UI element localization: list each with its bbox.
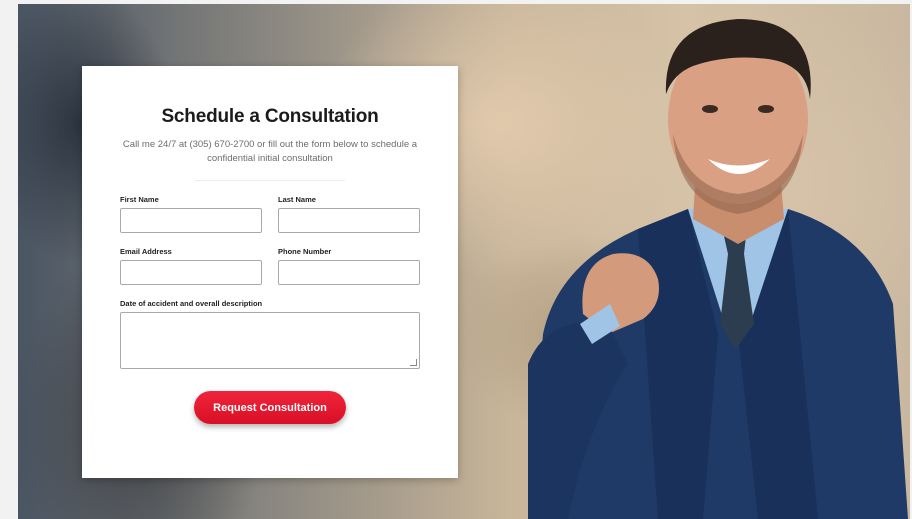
email-group: Email Address: [120, 247, 262, 285]
first-name-group: First Name: [120, 195, 262, 233]
email-label: Email Address: [120, 247, 172, 256]
description-label: Date of accident and overall description: [120, 299, 263, 308]
hero-background: Schedule a Consultation Call me 24/7 at …: [18, 4, 910, 519]
form-title: Schedule a Consultation: [161, 106, 379, 127]
description-textarea[interactable]: [120, 312, 420, 369]
description-row: Date of accident and overall description: [120, 299, 420, 369]
description-wrap: [120, 312, 420, 369]
consultation-form-card: Schedule a Consultation Call me 24/7 at …: [82, 66, 458, 478]
form-subtitle: Call me 24/7 at (305) 670-2700 or fill o…: [122, 139, 418, 164]
submit-wrap: Request Consultation: [120, 391, 420, 424]
first-name-input[interactable]: [120, 208, 262, 233]
phone-input[interactable]: [278, 260, 420, 285]
last-name-group: Last Name: [278, 195, 420, 233]
name-row: First Name Last Name: [120, 195, 420, 233]
contact-row: Email Address Phone Number: [120, 247, 420, 285]
request-consultation-button[interactable]: Request Consultation: [194, 391, 346, 424]
description-group: Date of accident and overall description: [120, 299, 420, 369]
phone-label: Phone Number: [278, 247, 332, 256]
last-name-input[interactable]: [278, 208, 420, 233]
email-input[interactable]: [120, 260, 262, 285]
last-name-label: Last Name: [278, 195, 316, 204]
first-name-label: First Name: [120, 195, 159, 204]
phone-group: Phone Number: [278, 247, 420, 285]
attorney-photo: [528, 19, 908, 519]
divider: [195, 180, 345, 181]
